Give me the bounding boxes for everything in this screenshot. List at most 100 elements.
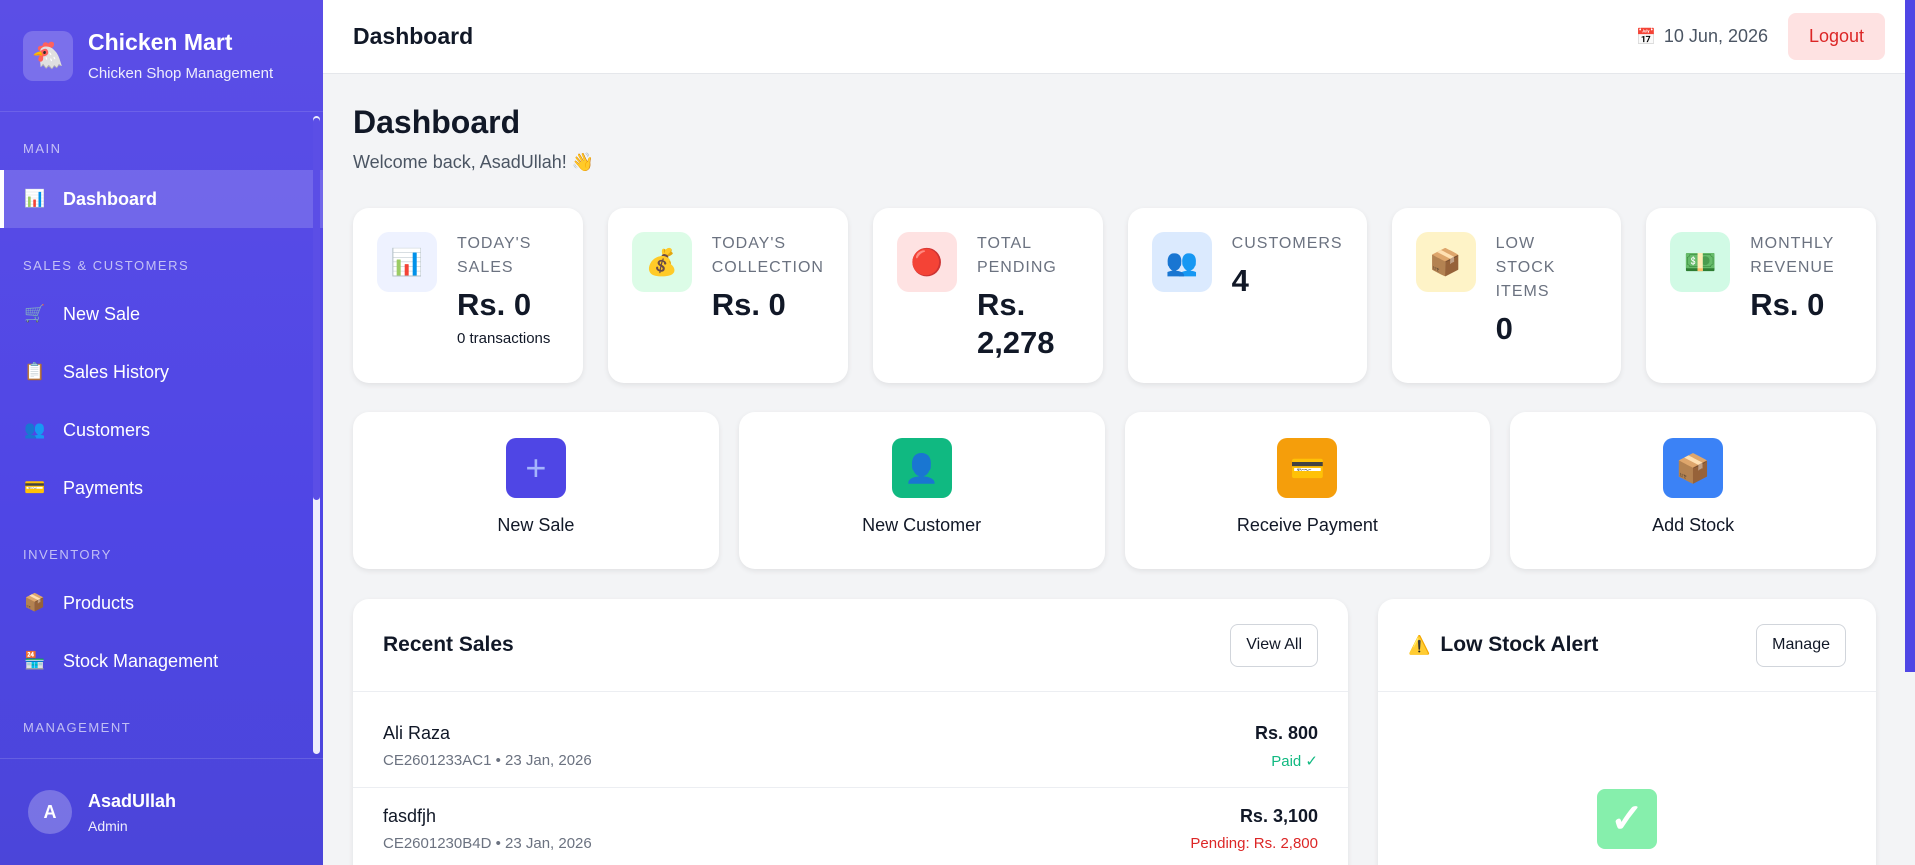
sidebar-nav[interactable]: MAIN 📊 Dashboard SALES & CUSTOMERS 🛒 New… — [0, 112, 323, 758]
welcome-message: Welcome back, AsadUllah! 👋 — [353, 152, 595, 172]
action-label: New Customer — [862, 515, 982, 535]
status-badge: Pending: Rs. 2,800 — [1190, 835, 1318, 852]
people-icon: 👥 — [24, 420, 46, 439]
credit-card-icon: 💳 — [24, 478, 46, 497]
stat-card-customers: 👥 CUSTOMERS 4 — [1127, 208, 1367, 383]
stat-label: LOW STOCK ITEMS — [1495, 235, 1556, 300]
stat-card-monthly-revenue: 💵 MONTHLY REVENUE Rs. 0 — [1646, 208, 1876, 383]
action-label: Add Stock — [1652, 515, 1735, 535]
stat-card-total-pending: 🔴 TOTAL PENDING Rs. 2,278 — [872, 208, 1103, 383]
current-date: 📅 10 Jun, 2026 — [1636, 26, 1768, 47]
sale-amount: Rs. 3,100 — [1239, 806, 1318, 826]
brand-name: Chicken Mart — [88, 29, 233, 56]
package-icon: 📦 — [1663, 438, 1724, 498]
section-label-main: MAIN — [23, 141, 62, 156]
low-stock-title-text: Low Stock Alert — [1440, 633, 1599, 656]
stat-value: Rs. 0 — [1750, 287, 1825, 322]
low-stock-title: ⚠️ Low Stock Alert — [1408, 633, 1598, 657]
bar-chart-icon: 📊 — [377, 232, 437, 292]
store-icon: 🏪 — [24, 651, 46, 670]
sidebar: 🐔 Chicken Mart Chicken Shop Management M… — [0, 0, 323, 865]
low-stock-panel: ⚠️ Low Stock Alert Manage ✓ — [1378, 599, 1876, 865]
page-scrollbar-thumb[interactable] — [1905, 0, 1915, 672]
chicken-logo-icon: 🐔 — [23, 30, 73, 81]
stat-subtext: 0 transactions — [457, 330, 551, 347]
sidebar-item-payments[interactable]: 💳 Payments — [0, 459, 323, 517]
sidebar-item-stock-management[interactable]: 🏪 Stock Management — [0, 632, 323, 690]
action-label: Receive Payment — [1236, 515, 1378, 535]
sidebar-item-sales-history[interactable]: 📋 Sales History — [0, 343, 323, 401]
customer-name: fasdfjh — [383, 806, 437, 826]
stat-card-low-stock-items: 📦 LOW STOCK ITEMS 0 — [1391, 208, 1622, 383]
recent-sales-title: Recent Sales — [383, 633, 514, 656]
sidebar-item-label: New Sale — [63, 303, 141, 324]
check-icon: ✓ — [1597, 789, 1657, 849]
view-all-button[interactable]: View All — [1230, 623, 1318, 667]
stat-value: Rs. 0 — [711, 287, 786, 322]
sidebar-item-customers[interactable]: 👥 Customers — [0, 401, 323, 459]
red-circle-icon: 🔴 — [896, 232, 957, 292]
user-role: Admin — [88, 817, 128, 834]
credit-card-icon: 💳 — [1277, 438, 1338, 498]
stat-value: 0 — [1495, 311, 1513, 346]
user-profile[interactable]: A AsadUllah Admin — [0, 758, 323, 865]
stat-label: MONTHLY REVENUE — [1750, 235, 1835, 276]
sidebar-item-label: Sales History — [63, 361, 170, 382]
clipboard-icon: 📋 — [24, 362, 46, 381]
sale-meta: CE2601230B4D • 23 Jan, 2026 — [383, 835, 592, 852]
brand-subtitle: Chicken Shop Management — [88, 64, 274, 82]
warning-icon: ⚠️ — [1408, 634, 1431, 655]
manage-button[interactable]: Manage — [1756, 623, 1846, 667]
stat-card-todays-sales: 📊 TODAY'S SALES Rs. 0 0 transactions — [353, 208, 583, 383]
stats-row: 📊 TODAY'S SALES Rs. 0 0 transactions 💰 TO… — [353, 208, 1876, 383]
money-bag-icon: 💰 — [631, 232, 692, 292]
table-row[interactable]: Ali Raza CE2601233AC1 • 23 Jan, 2026 Rs.… — [353, 705, 1348, 788]
sidebar-item-label: Payments — [63, 477, 144, 498]
sidebar-item-label: Products — [63, 592, 135, 613]
stat-label: TOTAL PENDING — [976, 235, 1057, 276]
receive-payment-action[interactable]: 💳 Receive Payment — [1124, 412, 1491, 569]
stat-card-todays-collection: 💰 TODAY'S COLLECTION Rs. 0 — [607, 208, 848, 383]
sidebar-item-products[interactable]: 📦 Products — [0, 574, 323, 632]
stat-value: 4 — [1231, 263, 1249, 298]
person-icon: 👤 — [891, 438, 952, 498]
section-label-inventory: INVENTORY — [23, 547, 112, 562]
new-sale-action[interactable]: + New Sale — [353, 412, 719, 569]
add-stock-action[interactable]: 📦 Add Stock — [1510, 412, 1876, 569]
action-label: New Sale — [497, 515, 575, 535]
section-label-sales-customers: SALES & CUSTOMERS — [23, 258, 190, 273]
brand: 🐔 Chicken Mart Chicken Shop Management — [0, 0, 323, 112]
sidebar-item-label: Stock Management — [63, 650, 219, 671]
sidebar-item-label: Dashboard — [63, 188, 158, 209]
plus-icon: + — [505, 438, 566, 498]
stat-value: Rs. 2,278 — [976, 287, 1055, 360]
page-title: Dashboard — [353, 104, 521, 140]
package-icon: 📦 — [1415, 232, 1476, 292]
topbar: Dashboard 📅 10 Jun, 2026 Logout — [323, 0, 1915, 74]
topbar-title: Dashboard — [353, 23, 474, 49]
table-row[interactable]: fasdfjh CE2601230B4D • 23 Jan, 2026 Rs. … — [353, 788, 1348, 865]
date-text: 10 Jun, 2026 — [1663, 26, 1768, 46]
logout-button[interactable]: Logout — [1788, 13, 1885, 60]
sidebar-item-dashboard[interactable]: 📊 Dashboard — [0, 170, 323, 228]
people-icon: 👥 — [1151, 232, 1212, 292]
stat-value: Rs. 0 — [457, 287, 532, 322]
recent-sales-panel: Recent Sales View All Ali Raza CE2601233… — [353, 599, 1348, 865]
new-customer-action[interactable]: 👤 New Customer — [738, 412, 1105, 569]
quick-actions: + New Sale 👤 New Customer 💳 Receive Paym… — [353, 412, 1876, 569]
cash-icon: 💵 — [1670, 232, 1731, 292]
section-label-management: MANAGEMENT — [23, 720, 132, 735]
avatar: A — [28, 790, 72, 834]
sale-meta: CE2601233AC1 • 23 Jan, 2026 — [383, 752, 592, 769]
sale-amount: Rs. 800 — [1254, 722, 1318, 743]
sidebar-item-new-sale[interactable]: 🛒 New Sale — [0, 285, 323, 343]
package-icon: 📦 — [24, 593, 46, 612]
cash-register-icon: 🛒 — [24, 304, 46, 323]
stat-label: TODAY'S SALES — [457, 235, 532, 276]
stat-label: CUSTOMERS — [1231, 235, 1343, 252]
status-badge: Paid ✓ — [1271, 752, 1318, 770]
calendar-icon: 📅 — [1635, 28, 1656, 46]
stat-label: TODAY'S COLLECTION — [711, 235, 824, 276]
user-name: AsadUllah — [88, 790, 177, 811]
sidebar-scrollbar-thumb[interactable] — [313, 118, 320, 500]
